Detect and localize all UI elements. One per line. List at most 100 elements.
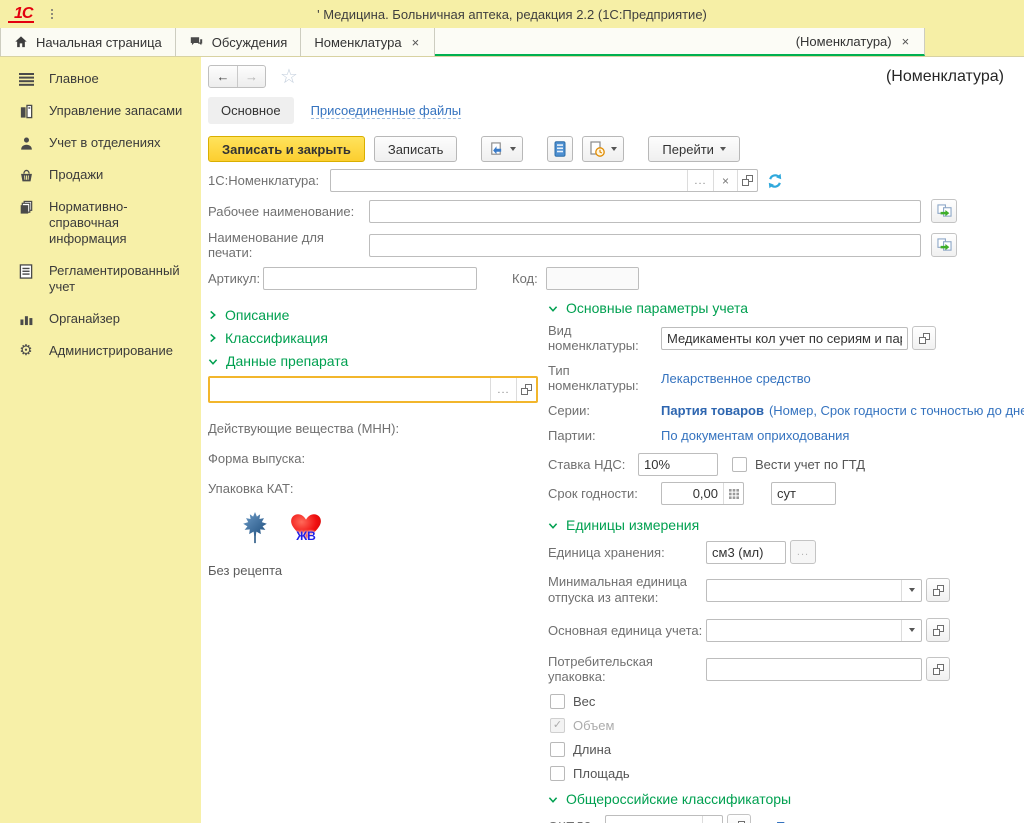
- section-classifiers[interactable]: Общероссийские классификаторы: [548, 791, 1024, 807]
- sidebar-item-regulated[interactable]: Регламентированный учет: [0, 255, 201, 303]
- open-consumer-pack-button[interactable]: [926, 657, 950, 681]
- tab-active-label: (Номенклатура): [796, 34, 892, 49]
- kind-input[interactable]: [662, 328, 907, 349]
- length-checkbox[interactable]: [550, 742, 565, 757]
- chevron-down-icon: [548, 521, 558, 530]
- mnn-label: Действующие вещества (МНН):: [208, 421, 541, 436]
- section-main-params[interactable]: Основные параметры учета: [548, 300, 1024, 316]
- section-label: Данные препарата: [226, 353, 348, 369]
- copy-print-name-button[interactable]: [931, 233, 957, 257]
- okpd2-input[interactable]: [606, 816, 702, 823]
- okpd2-note-link[interactable]: Препараты противоопухолевые: [776, 819, 968, 823]
- main-menu-kebab-icon[interactable]: [48, 6, 56, 22]
- vital-drug-heart-icon: ЖВ: [289, 512, 323, 544]
- back-button[interactable]: ←: [209, 66, 237, 87]
- inventory-icon: [18, 103, 34, 119]
- favorite-star-icon[interactable]: ☆: [280, 67, 298, 87]
- tab-discussions[interactable]: Обсуждения: [176, 28, 302, 56]
- sync-button[interactable]: [767, 173, 783, 189]
- sidebar-item-administration[interactable]: ⚙ Администрирование: [0, 335, 201, 367]
- tab-home[interactable]: Начальная страница: [0, 28, 176, 56]
- print-name-input[interactable]: [370, 235, 920, 256]
- save-button[interactable]: Записать: [374, 136, 458, 162]
- field-label: Партии:: [548, 428, 661, 443]
- no-prescription-label: Без рецепта: [208, 563, 541, 578]
- database-stack-button[interactable]: [547, 136, 573, 162]
- chevron-right-icon: [208, 333, 217, 343]
- sidebar-item-main[interactable]: Главное: [0, 63, 201, 95]
- calculator-grid-icon: [729, 489, 739, 499]
- sidebar-item-reference[interactable]: Нормативно-справочная информация: [0, 191, 201, 255]
- article-input[interactable]: [264, 268, 476, 289]
- nomenclature-type-link[interactable]: Лекарственное средство: [661, 371, 811, 386]
- field-label: Потребительская упаковка:: [548, 654, 706, 684]
- section-drug-data[interactable]: Данные препарата: [208, 353, 541, 369]
- sidebar-item-label: Управление запасами: [49, 103, 182, 119]
- area-checkbox-label: Площадь: [573, 766, 630, 781]
- choose-button[interactable]: ...: [687, 170, 713, 191]
- reference-icon: [18, 199, 34, 215]
- forward-button[interactable]: →: [237, 66, 265, 87]
- person-icon: [18, 135, 34, 151]
- choose-button[interactable]: ...: [490, 378, 516, 401]
- row-base-unit: Основная единица учета:: [548, 618, 1024, 642]
- weight-checkbox[interactable]: [550, 694, 565, 709]
- combo-dropdown-button[interactable]: [901, 580, 921, 601]
- open-in-window-icon: [742, 175, 753, 186]
- batches-link[interactable]: По документам оприходования: [661, 428, 849, 443]
- storage-unit-choose-button[interactable]: ...: [790, 540, 816, 564]
- tab-close-icon[interactable]: ×: [900, 34, 912, 49]
- area-checkbox[interactable]: [550, 766, 565, 781]
- copy-name-button[interactable]: [931, 199, 957, 223]
- goto-button[interactable]: Перейти: [648, 136, 740, 162]
- storage-unit-input[interactable]: [707, 542, 785, 563]
- open-base-unit-button[interactable]: [926, 618, 950, 642]
- gtd-checkbox[interactable]: [732, 457, 747, 472]
- tab-discussions-label: Обсуждения: [212, 35, 288, 50]
- save-and-close-button[interactable]: Записать и закрыть: [208, 136, 365, 162]
- load-from-catalog-button[interactable]: [481, 136, 523, 162]
- history-nav-buttons: ← →: [208, 65, 266, 88]
- tab-nomenclature[interactable]: Номенклатура ×: [301, 28, 435, 56]
- section-label: Классификация: [225, 330, 328, 346]
- field-label: Основная единица учета:: [548, 623, 706, 638]
- field-label: 1С:Номенклатура:: [208, 173, 330, 188]
- nomenclature-1c-input[interactable]: [331, 170, 687, 191]
- min-unit-input[interactable]: [707, 580, 901, 601]
- series-link[interactable]: Партия товаров: [661, 403, 764, 418]
- series-note-link[interactable]: (Номер, Срок годности с точностью до дне…: [769, 403, 1024, 418]
- maple-leaf-icon: [238, 511, 272, 545]
- section-classification[interactable]: Классификация: [208, 330, 541, 346]
- vat-input[interactable]: [639, 454, 717, 475]
- calculator-button[interactable]: [723, 483, 743, 504]
- open-button[interactable]: [737, 170, 757, 191]
- combo-dropdown-button[interactable]: [901, 620, 921, 641]
- nav-link-attached-files[interactable]: Присоединенные файлы: [311, 103, 462, 119]
- sidebar-item-organizer[interactable]: Органайзер: [0, 303, 201, 335]
- sidebar-item-inventory[interactable]: Управление запасами: [0, 95, 201, 127]
- combo-dropdown-button[interactable]: [702, 816, 722, 823]
- tab-nomenclature-item-active[interactable]: (Номенклатура) ×: [435, 28, 925, 56]
- open-kind-button[interactable]: [912, 326, 936, 350]
- nav-tab-main[interactable]: Основное: [208, 97, 294, 124]
- drug-search-input[interactable]: [210, 378, 490, 401]
- open-button[interactable]: [516, 378, 536, 401]
- shelf-unit-input[interactable]: [772, 483, 835, 504]
- section-units[interactable]: Единицы измерения: [548, 517, 1024, 533]
- base-unit-input[interactable]: [707, 620, 901, 641]
- document-history-button[interactable]: [582, 136, 624, 162]
- sidebar-item-sales[interactable]: Продажи: [0, 159, 201, 191]
- left-column: Описание Классификация Данные препарата …: [208, 300, 541, 823]
- shelf-life-input[interactable]: [662, 483, 723, 504]
- field-label: Код:: [512, 271, 546, 286]
- clear-button[interactable]: ×: [713, 170, 737, 191]
- working-name-input[interactable]: [370, 201, 920, 222]
- code-input[interactable]: [547, 268, 638, 289]
- tab-close-icon[interactable]: ×: [410, 35, 422, 50]
- gtd-checkbox-row: Вести учет по ГТД: [732, 457, 865, 472]
- open-okpd2-button[interactable]: [727, 814, 751, 823]
- sidebar-item-departments[interactable]: Учет в отделениях: [0, 127, 201, 159]
- consumer-pack-input[interactable]: [707, 659, 921, 680]
- open-min-unit-button[interactable]: [926, 578, 950, 602]
- section-description[interactable]: Описание: [208, 307, 541, 323]
